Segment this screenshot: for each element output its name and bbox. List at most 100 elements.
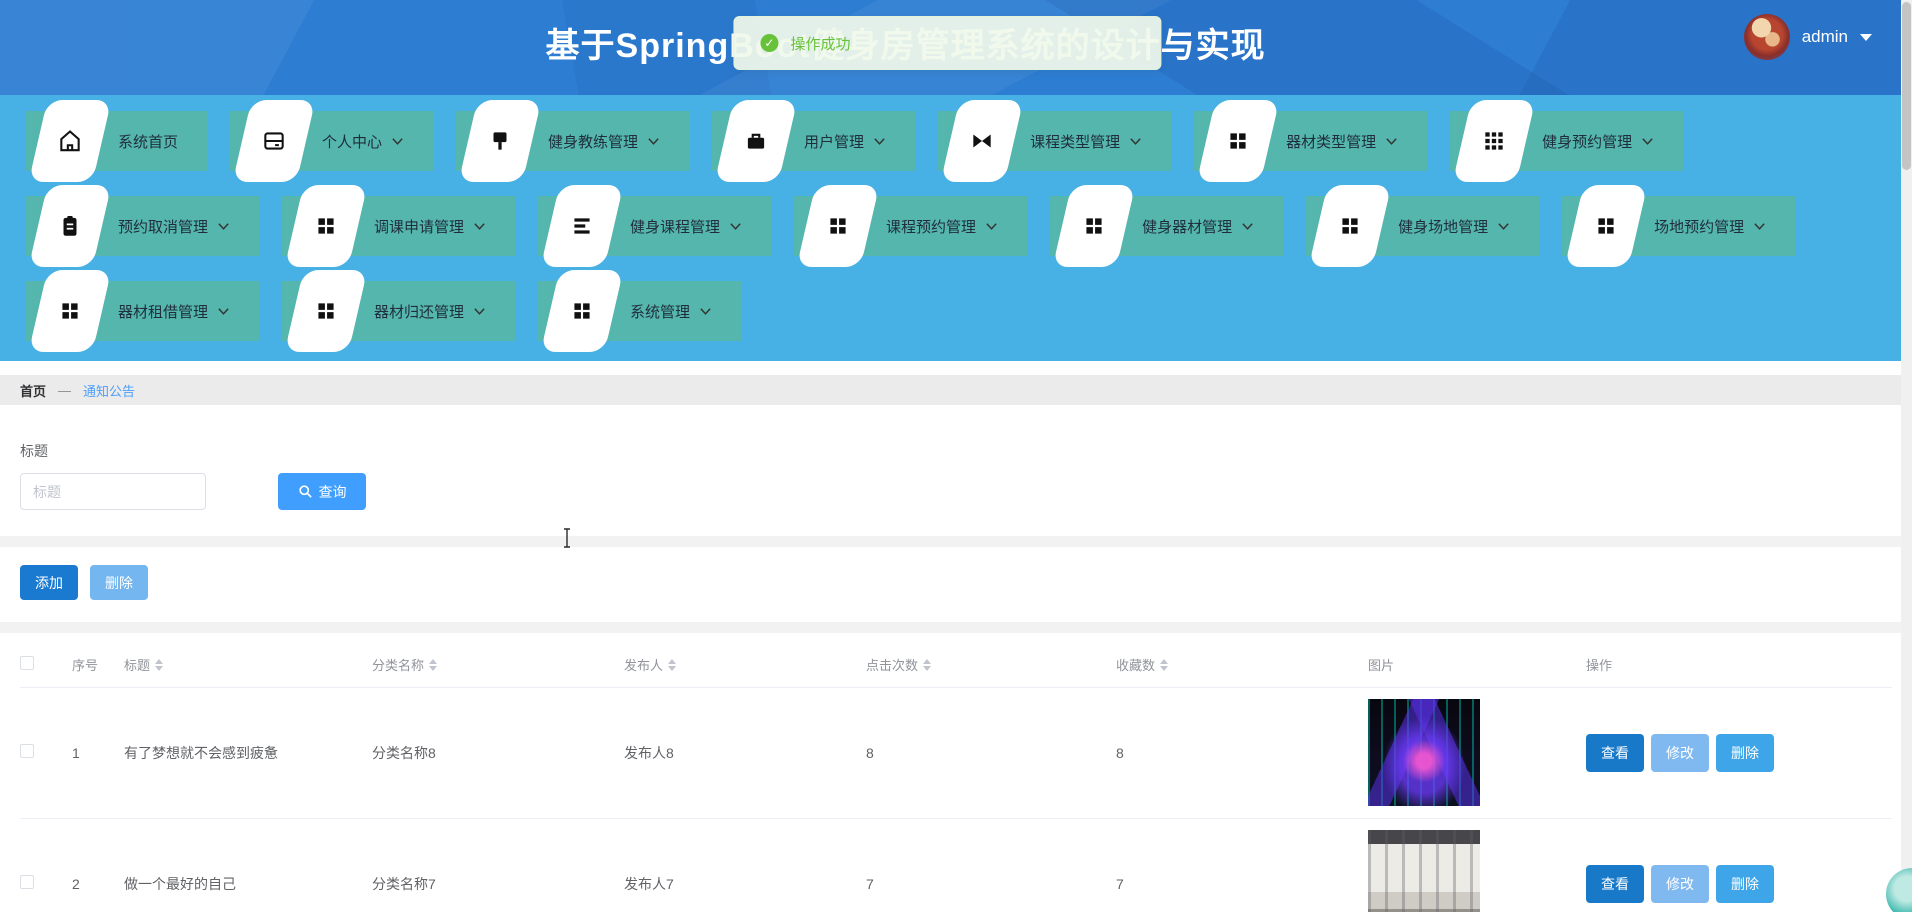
chevron-down-icon <box>729 222 742 231</box>
grid4-icon <box>284 185 368 267</box>
notice-table-panel: 序号 标题 分类名称 发布人 点击次数 收藏数 图片 操作 1 有了梦想就不会感到疲惫 分类名称8… <box>0 633 1912 912</box>
delete-selected-button[interactable]: 删除 <box>90 565 148 600</box>
cell-category: 分类名称7 <box>372 818 624 912</box>
sort-caret[interactable] <box>1160 658 1169 671</box>
grid4-icon <box>1196 100 1280 182</box>
table-body: 1 有了梦想就不会感到疲惫 分类名称8 发布人8 8 8 查看 修改 删除 2 做一个最好的自己 分类… <box>20 687 1892 912</box>
nav-item-13[interactable]: 健身场地管理 <box>1306 185 1541 267</box>
scrollbar-thumb[interactable] <box>1902 2 1911 170</box>
cell-publisher: 发布人7 <box>624 818 866 912</box>
chevron-down-icon <box>647 137 660 146</box>
user-menu[interactable]: admin <box>1743 14 1872 60</box>
nav-item-label: 用户管理 <box>804 133 865 151</box>
row-image <box>1368 830 1480 912</box>
nav-item-12[interactable]: 健身器材管理 <box>1050 185 1285 267</box>
page: 基于SpringBoot健身房管理系统的设计与实现 admin ✓ 操作成功 系… <box>0 0 1912 912</box>
spacer <box>0 361 1912 375</box>
cell-index: 1 <box>72 687 124 819</box>
search-icon <box>298 485 312 498</box>
user-avatar <box>1743 14 1790 60</box>
nav-item-6[interactable]: 器材类型管理 <box>1194 100 1429 182</box>
spacer <box>0 405 1912 419</box>
cell-favorites: 8 <box>1116 687 1368 819</box>
column-header: 发布人 <box>624 658 664 674</box>
chevron-down-icon <box>985 222 998 231</box>
search-input[interactable] <box>20 473 206 510</box>
nav-item-2[interactable]: 个人中心 <box>230 100 435 182</box>
nav-item-label: 个人中心 <box>322 133 383 151</box>
sort-caret[interactable] <box>155 658 164 671</box>
nav-item-8[interactable]: 预约取消管理 <box>26 185 261 267</box>
nav-item-label: 健身场地管理 <box>1398 218 1489 236</box>
cell-clicks: 7 <box>866 818 1116 912</box>
sort-caret[interactable] <box>668 658 677 671</box>
query-button-label: 查询 <box>318 483 347 500</box>
nav-item-7[interactable]: 健身预约管理 <box>1450 100 1685 182</box>
chevron-down-icon <box>217 307 230 316</box>
nav-item-label: 调课申请管理 <box>374 218 465 236</box>
grid4-icon <box>28 270 112 352</box>
nav-item-14[interactable]: 场地预约管理 <box>1562 185 1797 267</box>
divider <box>0 622 1912 633</box>
row-view-button[interactable]: 查看 <box>1586 864 1644 903</box>
add-button[interactable]: 添加 <box>20 565 78 600</box>
chevron-down-icon <box>473 222 486 231</box>
breadcrumb: 首页 — 通知公告 <box>0 375 1912 405</box>
breadcrumb-separator: — <box>58 382 72 398</box>
sort-caret[interactable] <box>429 658 438 671</box>
cell-title: 有了梦想就不会感到疲惫 <box>124 687 372 819</box>
bowtie-icon <box>940 100 1024 182</box>
nav-item-label: 健身课程管理 <box>630 218 721 236</box>
cell-title: 做一个最好的自己 <box>124 818 372 912</box>
row-edit-button[interactable]: 修改 <box>1651 864 1709 903</box>
nav-item-label: 健身预约管理 <box>1542 133 1633 151</box>
app-header: 基于SpringBoot健身房管理系统的设计与实现 admin ✓ 操作成功 <box>0 0 1912 95</box>
nav-item-9[interactable]: 调课申请管理 <box>282 185 517 267</box>
sort-caret[interactable] <box>923 658 932 671</box>
nav-item-11[interactable]: 课程预约管理 <box>794 185 1029 267</box>
nav-item-10[interactable]: 健身课程管理 <box>538 185 773 267</box>
nav-item-1[interactable]: 系统首页 <box>26 100 209 182</box>
nav-item-17[interactable]: 系统管理 <box>538 270 743 352</box>
row-edit-button[interactable]: 修改 <box>1651 733 1709 772</box>
success-toast: ✓ 操作成功 <box>733 16 1162 70</box>
cell-index: 2 <box>72 818 124 912</box>
chevron-down-icon <box>1641 137 1654 146</box>
breadcrumb-current[interactable]: 通知公告 <box>83 381 135 400</box>
grid4-icon <box>1564 185 1648 267</box>
search-panel: 标题 查询 <box>0 419 1912 536</box>
nav-item-15[interactable]: 器材租借管理 <box>26 270 261 352</box>
chevron-down-icon <box>699 307 712 316</box>
query-button[interactable]: 查询 <box>278 473 366 510</box>
column-header: 点击次数 <box>866 658 919 674</box>
row-delete-button[interactable]: 删除 <box>1716 864 1774 903</box>
nav-item-5[interactable]: 课程类型管理 <box>938 100 1173 182</box>
row-checkbox[interactable] <box>20 744 34 758</box>
breadcrumb-home: 首页 <box>20 383 47 399</box>
scrollbar-track <box>1901 0 1912 912</box>
nav-item-label: 健身教练管理 <box>548 133 639 151</box>
nav-item-3[interactable]: 健身教练管理 <box>456 100 691 182</box>
column-header: 收藏数 <box>1116 658 1156 674</box>
chevron-down-icon <box>873 137 886 146</box>
card-icon <box>232 100 316 182</box>
chevron-down-icon <box>217 222 230 231</box>
success-check-icon: ✓ <box>760 34 779 52</box>
chevron-down-icon <box>391 137 404 146</box>
select-all-checkbox[interactable] <box>20 656 34 671</box>
nav-item-4[interactable]: 用户管理 <box>712 100 917 182</box>
row-actions: 查看 修改 删除 <box>1586 864 1892 903</box>
flag-icon <box>458 100 542 182</box>
row-view-button[interactable]: 查看 <box>1586 733 1644 772</box>
nav-item-label: 课程类型管理 <box>1030 133 1121 151</box>
row-checkbox[interactable] <box>20 875 34 889</box>
row-delete-button[interactable]: 删除 <box>1716 733 1774 772</box>
column-header: 分类名称 <box>372 658 425 674</box>
grid4-icon <box>540 270 624 352</box>
toast-message: 操作成功 <box>790 35 851 53</box>
nav-item-label: 健身器材管理 <box>1142 218 1233 236</box>
cell-publisher: 发布人8 <box>624 687 866 819</box>
nav-item-16[interactable]: 器材归还管理 <box>282 270 517 352</box>
table-row: 1 有了梦想就不会感到疲惫 分类名称8 发布人8 8 8 查看 修改 删除 <box>20 687 1892 819</box>
cell-favorites: 7 <box>1116 818 1368 912</box>
